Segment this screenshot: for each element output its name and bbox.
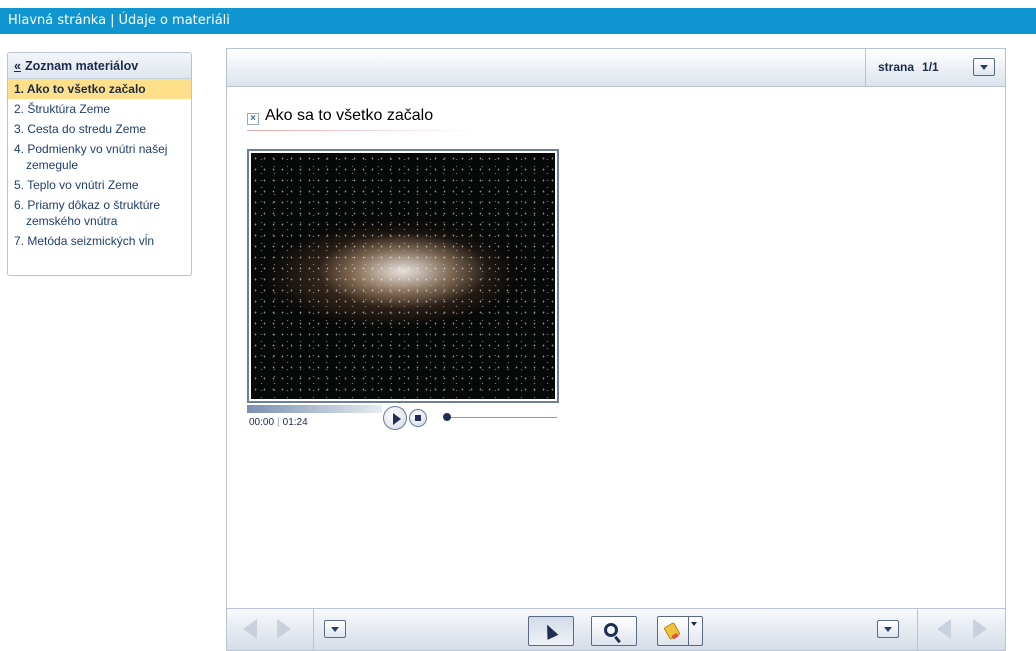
- highlighter-options-chevron-down-icon[interactable]: [688, 617, 700, 645]
- marker-icon: [663, 621, 681, 641]
- sidebar-item-1[interactable]: 1. Ako to všetko začalo: [8, 79, 191, 99]
- highlighter-tool-button[interactable]: [657, 616, 703, 646]
- current-time: 00:00: [249, 417, 275, 428]
- right-menu-chevron-down-icon[interactable]: [877, 620, 899, 638]
- close-icon[interactable]: ×: [247, 113, 259, 125]
- play-icon[interactable]: [383, 406, 407, 430]
- zoom-tool-button[interactable]: [591, 616, 637, 646]
- toolbar-divider-right: [917, 609, 918, 650]
- home-link[interactable]: Hlavná stránka: [8, 13, 106, 28]
- next-page-arrow-right-icon[interactable]: [277, 619, 291, 639]
- content-title: Ako sa to všetko začalo: [265, 107, 434, 124]
- volume-slider-handle[interactable]: [443, 413, 451, 421]
- sidebar-item-5[interactable]: 5. Teplo vo vnútri Zeme: [8, 175, 191, 195]
- prev-page-arrow-left-icon[interactable]: [243, 619, 257, 639]
- next-arrow-right-icon-right[interactable]: [973, 619, 987, 639]
- toolbar-divider: [313, 609, 314, 650]
- sidebar-header: «Zoznam materiálov: [8, 53, 191, 79]
- volume-slider-track[interactable]: [447, 417, 557, 418]
- left-menu-chevron-down-icon[interactable]: [324, 620, 346, 638]
- collapse-sidebar-link[interactable]: «: [14, 59, 21, 73]
- materials-list: 1. Ako to všetko začalo 2. Štruktúra Zem…: [8, 79, 191, 251]
- page-indicator: strana 1/1: [865, 49, 1005, 86]
- material-details-link[interactable]: Údaje o materiáli: [118, 13, 229, 28]
- magnifier-icon: [604, 623, 618, 637]
- page-number: 1/1: [922, 60, 939, 74]
- materials-sidebar: «Zoznam materiálov 1. Ako to všetko zača…: [7, 52, 192, 276]
- top-navigation-bar: Hlavná stránka | Údaje o materiáli: [0, 8, 1036, 34]
- duration: 01:24: [282, 417, 308, 428]
- stop-icon[interactable]: [409, 409, 427, 427]
- sidebar-item-4[interactable]: 4. Podmienky vo vnútri našej zemegule: [8, 139, 191, 175]
- content-title-row: × Ako sa to všetko začalo: [247, 107, 477, 131]
- page-label: strana 1/1: [878, 60, 939, 74]
- sidebar-item-3[interactable]: 3. Cesta do stredu Zeme: [8, 119, 191, 139]
- prev-arrow-left-icon-right[interactable]: [937, 619, 951, 639]
- sidebar-title: Zoznam materiálov: [24, 59, 139, 73]
- sidebar-item-2[interactable]: 2. Štruktúra Zeme: [8, 99, 191, 119]
- sidebar-item-7[interactable]: 7. Metóda seizmických vĺn: [8, 231, 191, 251]
- select-tool-button[interactable]: [528, 616, 574, 646]
- video-controls: 00:00 | 01:24: [247, 405, 559, 433]
- video-progress-bar[interactable]: [247, 405, 382, 413]
- content-panel: strana 1/1 × Ako sa to všetko začalo 00:0…: [226, 48, 1006, 651]
- video-player-screen[interactable]: [251, 153, 555, 399]
- page-dropdown-chevron-down-icon[interactable]: [973, 58, 995, 76]
- topbar-separator: |: [110, 13, 115, 28]
- video-frame: [247, 149, 559, 403]
- bottom-toolbar: [226, 608, 1006, 651]
- sidebar-item-6[interactable]: 6. Priamy dôkaz o štruktúre zemského vnút…: [8, 195, 191, 231]
- content-header: strana 1/1: [227, 49, 1005, 87]
- pointer-icon: [541, 622, 559, 640]
- time-display: 00:00 | 01:24: [249, 417, 308, 428]
